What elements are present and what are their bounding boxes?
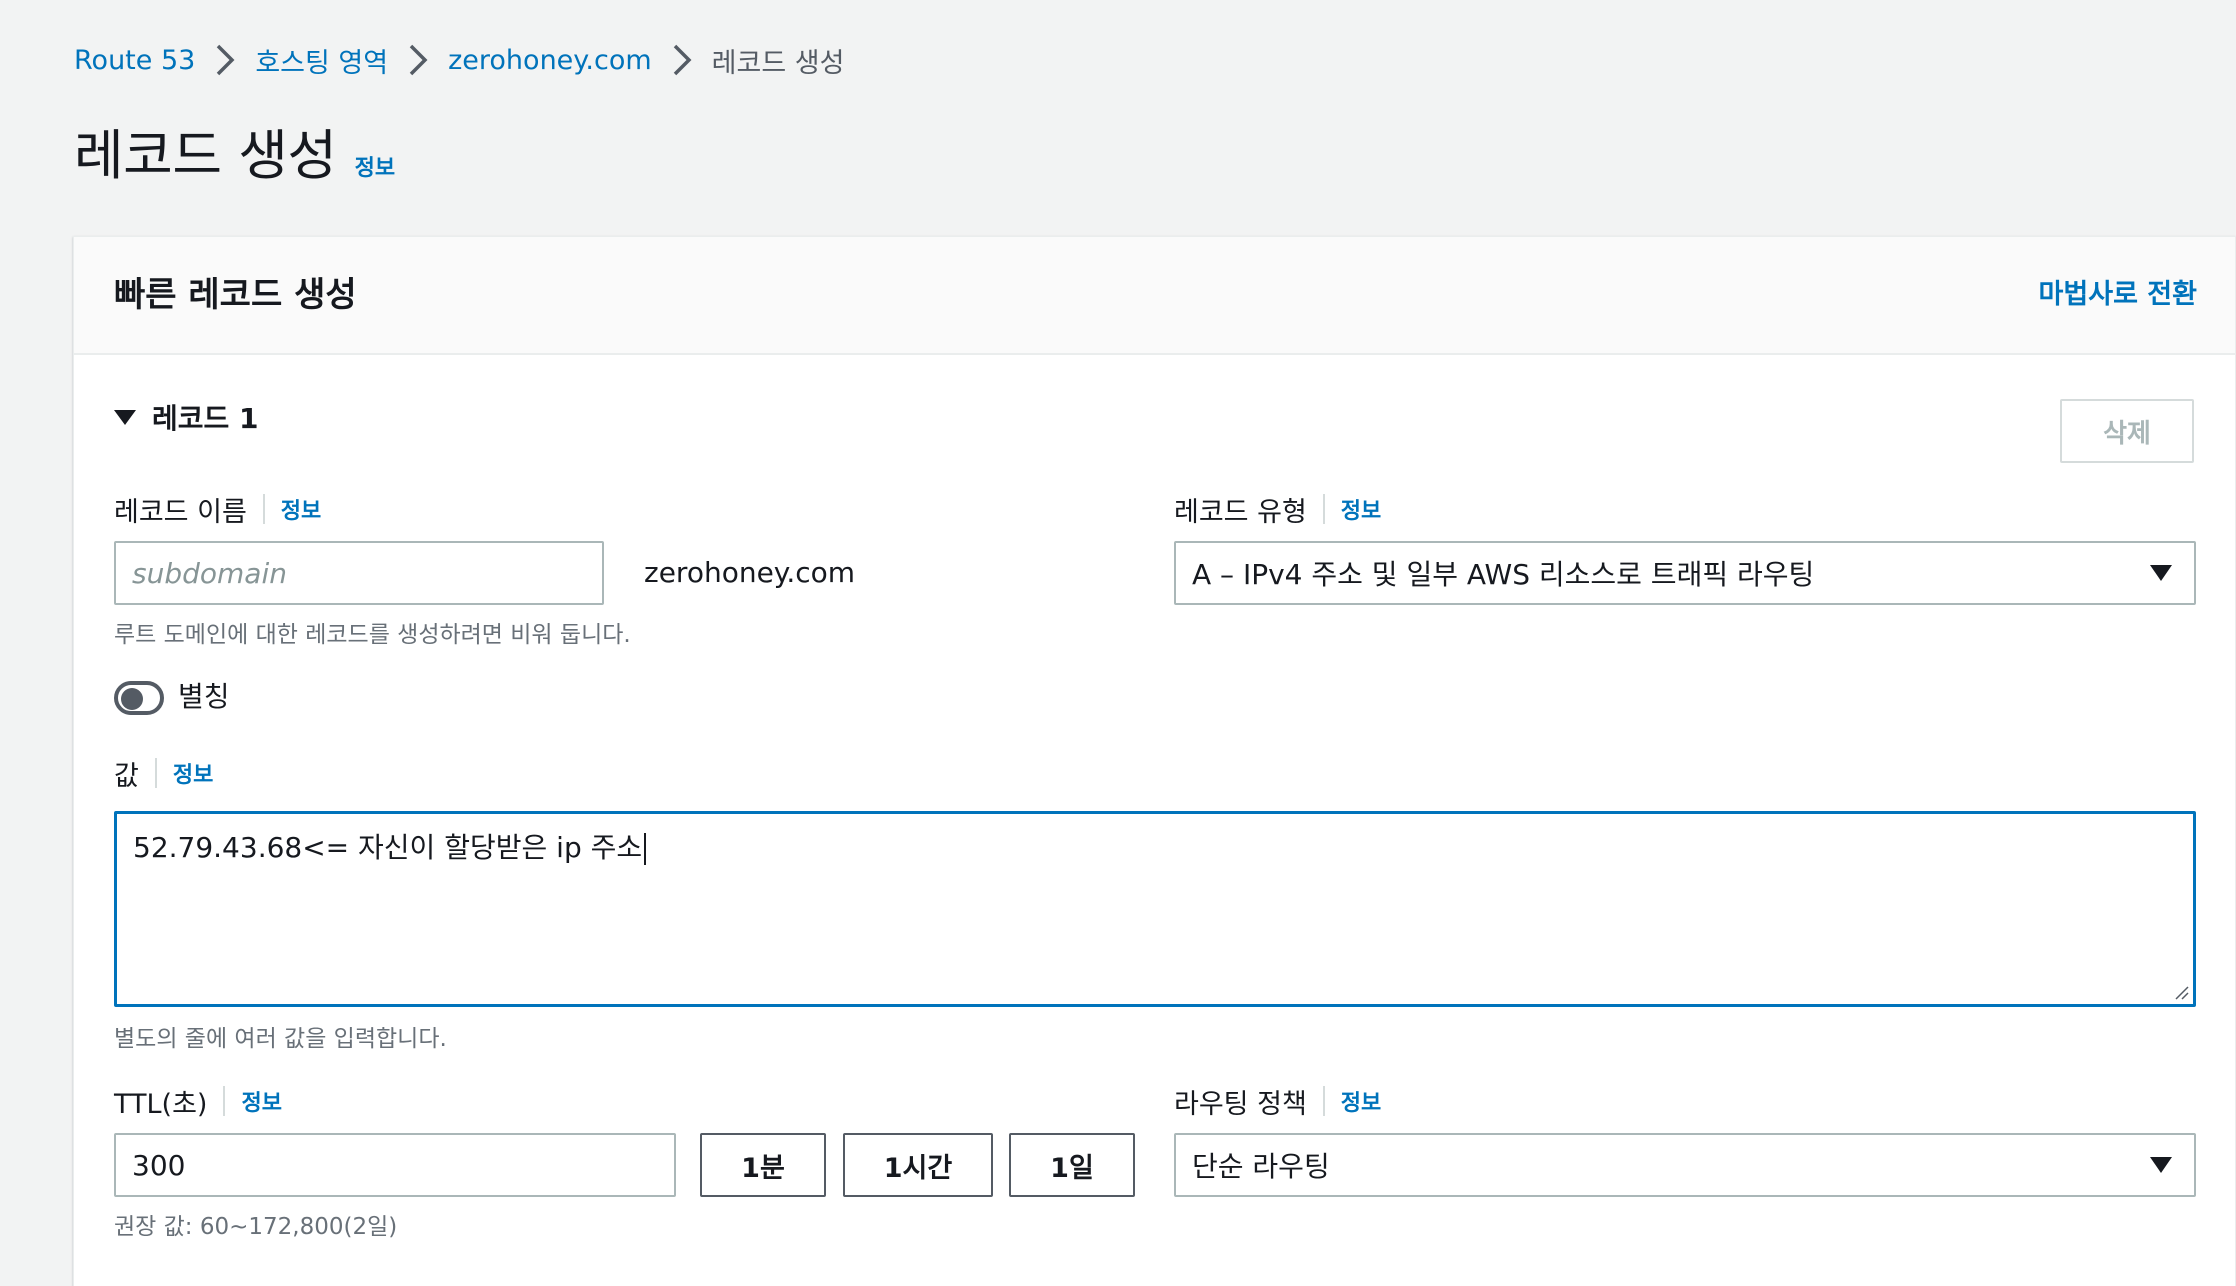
dropdown-arrow-icon (2150, 1157, 2172, 1173)
breadcrumb-route53[interactable]: Route 53 (74, 45, 195, 76)
divider (1322, 1086, 1325, 1116)
text-cursor (644, 833, 647, 865)
routing-policy-selected: 단순 라우팅 (1192, 1150, 1330, 1183)
record-type-label-row: 레코드 유형 정보 (1174, 489, 1381, 529)
alias-label: 별칭 (178, 680, 230, 713)
page-header: 레코드 생성 정보 (74, 120, 395, 192)
divider (1322, 494, 1325, 524)
ttl-label: TTL(초) (114, 1088, 208, 1120)
value-label: 값 (114, 760, 139, 792)
ttl-label-row: TTL(초) 정보 (114, 1081, 282, 1121)
alias-toggle[interactable] (114, 681, 164, 715)
ttl-1min-button[interactable]: 1분 (700, 1133, 826, 1197)
ttl-1day-button[interactable]: 1일 (1009, 1133, 1135, 1197)
record-title: 레코드 1 (152, 402, 259, 435)
record-name-info-link[interactable]: 정보 (281, 493, 321, 525)
value-text: 52.79.43.68<= 자신이 할당받은 ip 주소 (133, 831, 643, 864)
ttl-value: 300 (132, 1148, 186, 1182)
breadcrumb-hosted-zones[interactable]: 호스팅 영역 (255, 41, 388, 80)
page-info-link[interactable]: 정보 (355, 150, 395, 182)
record-type-select[interactable]: A – IPv4 주소 및 일부 AWS 리소스로 트래픽 라우팅 (1174, 541, 2196, 605)
divider (154, 758, 157, 788)
ttl-hint: 권장 값: 60~172,800(2일) (114, 1214, 398, 1240)
value-info-link[interactable]: 정보 (173, 757, 213, 789)
routing-policy-label: 라우팅 정책 (1174, 1088, 1307, 1120)
record-type-label: 레코드 유형 (1174, 496, 1307, 528)
record-name-input[interactable]: subdomain (114, 541, 604, 605)
breadcrumb-current: 레코드 생성 (711, 47, 845, 79)
resize-grip-icon[interactable] (2173, 984, 2189, 1000)
record-type-selected: A – IPv4 주소 및 일부 AWS 리소스로 트래픽 라우팅 (1192, 558, 1815, 591)
dropdown-arrow-icon (2150, 565, 2172, 581)
domain-suffix: zerohoney.com (644, 556, 856, 589)
panel-title: 빠른 레코드 생성 (114, 275, 357, 315)
quick-create-panel: 빠른 레코드 생성 마법사로 전환 레코드 1 삭제 레코드 이름 정보 sub… (73, 236, 2236, 1286)
routing-policy-label-row: 라우팅 정책 정보 (1174, 1081, 1381, 1121)
breadcrumb-zone[interactable]: zerohoney.com (448, 45, 652, 76)
divider (223, 1086, 226, 1116)
record-expander[interactable]: 레코드 1 (114, 397, 259, 437)
chevron-right-icon (195, 38, 255, 82)
record-name-placeholder: subdomain (132, 556, 287, 590)
value-textarea[interactable]: 52.79.43.68<= 자신이 할당받은 ip 주소 (114, 811, 2196, 1007)
record-type-info-link[interactable]: 정보 (1341, 493, 1381, 525)
toggle-knob (121, 688, 143, 710)
record-name-hint: 루트 도메인에 대한 레코드를 생성하려면 비워 둡니다. (114, 622, 631, 648)
caret-down-icon (114, 409, 136, 425)
delete-button[interactable]: 삭제 (2060, 399, 2194, 463)
ttl-input[interactable]: 300 (114, 1133, 676, 1197)
value-hint: 별도의 줄에 여러 값을 입력합니다. (114, 1026, 447, 1052)
ttl-info-link[interactable]: 정보 (241, 1085, 281, 1117)
routing-policy-info-link[interactable]: 정보 (1341, 1085, 1381, 1117)
value-label-row: 값 정보 (114, 753, 213, 793)
routing-policy-select[interactable]: 단순 라우팅 (1174, 1133, 2196, 1197)
divider (262, 494, 265, 524)
chevron-right-icon (388, 38, 448, 82)
chevron-right-icon (652, 38, 712, 82)
record-name-label-row: 레코드 이름 정보 (114, 489, 321, 529)
breadcrumb: Route 53 호스팅 영역 zerohoney.com 레코드 생성 (74, 38, 844, 82)
record-name-label: 레코드 이름 (114, 496, 247, 528)
panel-header: 빠른 레코드 생성 마법사로 전환 (74, 237, 2235, 355)
ttl-1hour-button[interactable]: 1시간 (843, 1133, 993, 1197)
page-title: 레코드 생성 (74, 124, 337, 187)
switch-to-wizard-link[interactable]: 마법사로 전환 (2039, 275, 2197, 315)
